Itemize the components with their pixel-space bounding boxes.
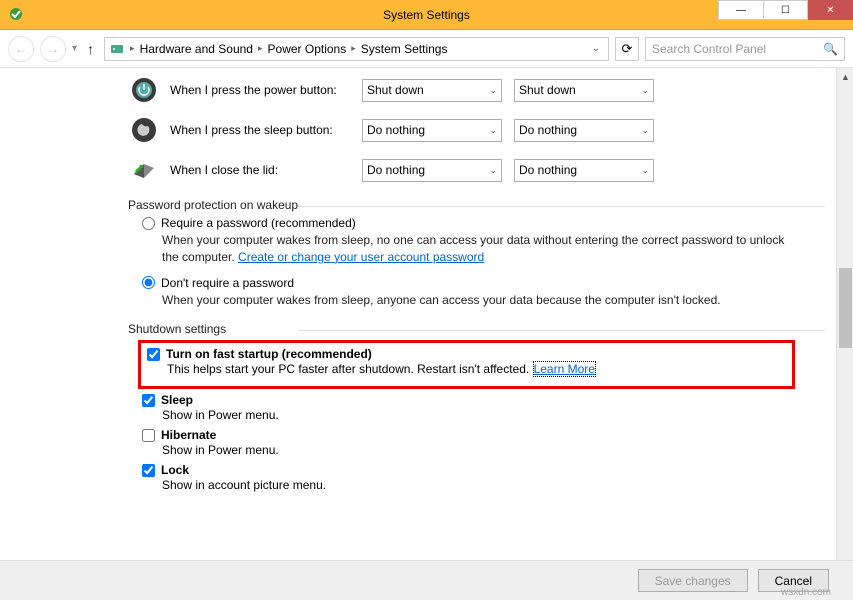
hibernate-checkbox[interactable]	[142, 429, 155, 442]
highlight-box: Turn on fast startup (recommended) This …	[138, 340, 795, 389]
fast-startup-text: Turn on fast startup (recommended)	[166, 347, 372, 361]
history-dropdown-icon[interactable]: ▾	[72, 43, 77, 54]
chevron-down-icon: ⌄	[641, 85, 649, 96]
search-placeholder: Search Control Panel	[652, 42, 766, 56]
fast-startup-checkbox[interactable]	[147, 348, 160, 361]
scrollbar[interactable]: ▲ ▼	[836, 68, 853, 600]
no-password-option: Don't require a password When your compu…	[142, 276, 795, 309]
fast-startup-option: Turn on fast startup (recommended) This …	[147, 347, 786, 376]
fast-startup-checkbox-label[interactable]: Turn on fast startup (recommended)	[147, 347, 786, 361]
sleep-checkbox[interactable]	[142, 394, 155, 407]
lid-row: When I close the lid: Do nothing⌄ Do not…	[130, 156, 795, 184]
refresh-button[interactable]: ⟳	[615, 37, 639, 61]
address-dropdown-icon[interactable]: ⌄	[588, 43, 604, 54]
fast-startup-desc: This helps start your PC faster after sh…	[167, 362, 786, 376]
up-button[interactable]: ↑	[83, 41, 98, 57]
no-password-text: Don't require a password	[161, 276, 294, 290]
control-panel-icon	[109, 41, 125, 57]
lid-plugged-select[interactable]: Do nothing⌄	[514, 159, 654, 182]
lid-icon	[130, 156, 158, 184]
no-password-desc: When your computer wakes from sleep, any…	[162, 292, 795, 309]
crumb-system-settings[interactable]: System Settings	[361, 42, 448, 56]
close-button[interactable]: ✕	[808, 0, 853, 20]
power-button-icon	[130, 76, 158, 104]
sleep-checkbox-label[interactable]: Sleep	[142, 393, 795, 407]
system-icon	[8, 6, 24, 22]
require-password-radio[interactable]	[142, 217, 155, 230]
require-password-option: Require a password (recommended) When yo…	[142, 216, 795, 266]
require-password-desc: When your computer wakes from sleep, no …	[162, 232, 795, 266]
learn-more-link[interactable]: Learn More	[533, 361, 596, 377]
sleep-option: Sleep Show in Power menu.	[142, 393, 795, 422]
sleep-plugged-select[interactable]: Do nothing⌄	[514, 119, 654, 142]
minimize-button[interactable]: —	[718, 0, 763, 20]
chevron-down-icon: ⌄	[641, 125, 649, 136]
back-button[interactable]: ←	[8, 36, 34, 62]
scroll-up-icon[interactable]: ▲	[837, 68, 853, 85]
sleep-battery-select[interactable]: Do nothing⌄	[362, 119, 502, 142]
titlebar: System Settings — ☐ ✕	[0, 0, 853, 30]
lock-desc: Show in account picture menu.	[162, 478, 795, 492]
sleep-text: Sleep	[161, 393, 193, 407]
lock-option: Lock Show in account picture menu.	[142, 463, 795, 492]
breadcrumb[interactable]: ▸ Hardware and Sound ▸ Power Options ▸ S…	[104, 37, 609, 61]
maximize-button[interactable]: ☐	[763, 0, 808, 20]
content-area: When I press the power button: Shut down…	[0, 68, 853, 600]
no-password-radio-label[interactable]: Don't require a password	[142, 276, 795, 290]
search-icon: 🔍	[823, 42, 838, 56]
lock-text: Lock	[161, 463, 189, 477]
crumb-power[interactable]: Power Options	[268, 42, 347, 56]
power-battery-select[interactable]: Shut down⌄	[362, 79, 502, 102]
create-password-link[interactable]: Create or change your user account passw…	[238, 250, 484, 264]
chevron-right-icon: ▸	[348, 43, 359, 54]
chevron-down-icon: ⌄	[489, 165, 497, 176]
power-plugged-select[interactable]: Shut down⌄	[514, 79, 654, 102]
navbar: ← → ▾ ↑ ▸ Hardware and Sound ▸ Power Opt…	[0, 30, 853, 68]
chevron-down-icon: ⌄	[489, 125, 497, 136]
sleep-desc: Show in Power menu.	[162, 408, 795, 422]
shutdown-section-title: Shutdown settings	[128, 322, 795, 336]
hibernate-option: Hibernate Show in Power menu.	[142, 428, 795, 457]
save-button[interactable]: Save changes	[638, 569, 748, 592]
lock-checkbox-label[interactable]: Lock	[142, 463, 795, 477]
power-button-label: When I press the power button:	[170, 83, 350, 97]
sleep-button-icon	[130, 116, 158, 144]
no-password-radio[interactable]	[142, 276, 155, 289]
require-password-radio-label[interactable]: Require a password (recommended)	[142, 216, 795, 230]
power-button-row: When I press the power button: Shut down…	[130, 76, 795, 104]
lid-battery-select[interactable]: Do nothing⌄	[362, 159, 502, 182]
search-input[interactable]: Search Control Panel 🔍	[645, 37, 845, 61]
require-password-text: Require a password (recommended)	[161, 216, 356, 230]
lid-label: When I close the lid:	[170, 163, 350, 177]
wakeup-section-title: Password protection on wakeup	[128, 198, 795, 212]
chevron-down-icon: ⌄	[641, 165, 649, 176]
forward-button[interactable]: →	[40, 36, 66, 62]
sleep-button-label: When I press the sleep button:	[170, 123, 350, 137]
lock-checkbox[interactable]	[142, 464, 155, 477]
hibernate-desc: Show in Power menu.	[162, 443, 795, 457]
hibernate-checkbox-label[interactable]: Hibernate	[142, 428, 795, 442]
chevron-right-icon: ▸	[127, 43, 138, 54]
scroll-thumb[interactable]	[839, 268, 852, 348]
chevron-down-icon: ⌄	[489, 85, 497, 96]
footer: Save changes Cancel	[0, 560, 853, 600]
chevron-right-icon: ▸	[255, 43, 266, 54]
sleep-button-row: When I press the sleep button: Do nothin…	[130, 116, 795, 144]
hibernate-text: Hibernate	[161, 428, 216, 442]
watermark: wsxdn.com	[781, 587, 831, 598]
crumb-hardware[interactable]: Hardware and Sound	[140, 42, 253, 56]
